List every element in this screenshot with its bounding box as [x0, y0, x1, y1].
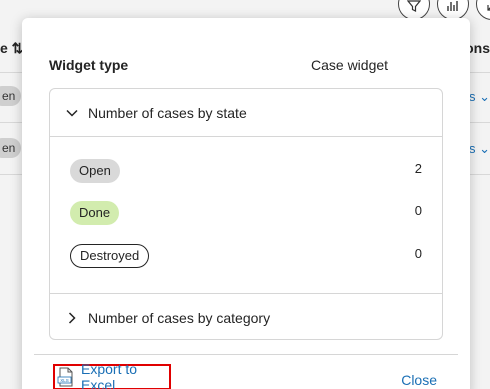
background-status-pill: en	[0, 138, 22, 158]
section-title: Number of cases by state	[88, 104, 247, 121]
status-badge-open: Open	[70, 159, 120, 183]
chevron-right-icon	[64, 310, 80, 326]
widget-type-value: Case widget	[311, 57, 389, 73]
state-row-destroyed: Destroyed 0	[70, 244, 422, 268]
section-cases-by-state[interactable]: Number of cases by state	[50, 89, 442, 137]
status-badge-destroyed: Destroyed	[70, 244, 150, 268]
background-status-pill: en	[0, 86, 22, 106]
state-row-open: Open 2	[70, 159, 422, 183]
case-groups: Number of cases by state Open 2 Done 0 D…	[49, 88, 443, 340]
close-button[interactable]: Close	[401, 372, 437, 388]
widget-type-label: Widget type	[49, 57, 129, 73]
export-label: Export to Excel	[81, 361, 138, 389]
widget-info-popup: Widget type Case widget Number of cases …	[22, 18, 470, 389]
section-title: Number of cases by category	[88, 309, 271, 326]
svg-text:XLS: XLS	[60, 378, 69, 383]
state-count: 0	[414, 203, 422, 218]
filter-icon[interactable]	[398, 0, 430, 20]
expand-icon[interactable]	[476, 0, 490, 20]
state-count: 2	[414, 161, 422, 176]
excel-file-icon: XLS	[57, 367, 75, 387]
footer-divider	[34, 354, 458, 355]
status-badge-done: Done	[70, 201, 120, 225]
chevron-down-icon	[64, 105, 80, 121]
export-to-excel-button[interactable]: XLS Export to Excel	[53, 361, 171, 389]
background-column-header: e ⇅	[0, 40, 24, 56]
chart-icon[interactable]	[437, 0, 469, 20]
section-cases-by-category[interactable]: Number of cases by category	[50, 293, 442, 339]
state-count: 0	[414, 246, 422, 261]
state-row-done: Done 0	[70, 201, 422, 225]
